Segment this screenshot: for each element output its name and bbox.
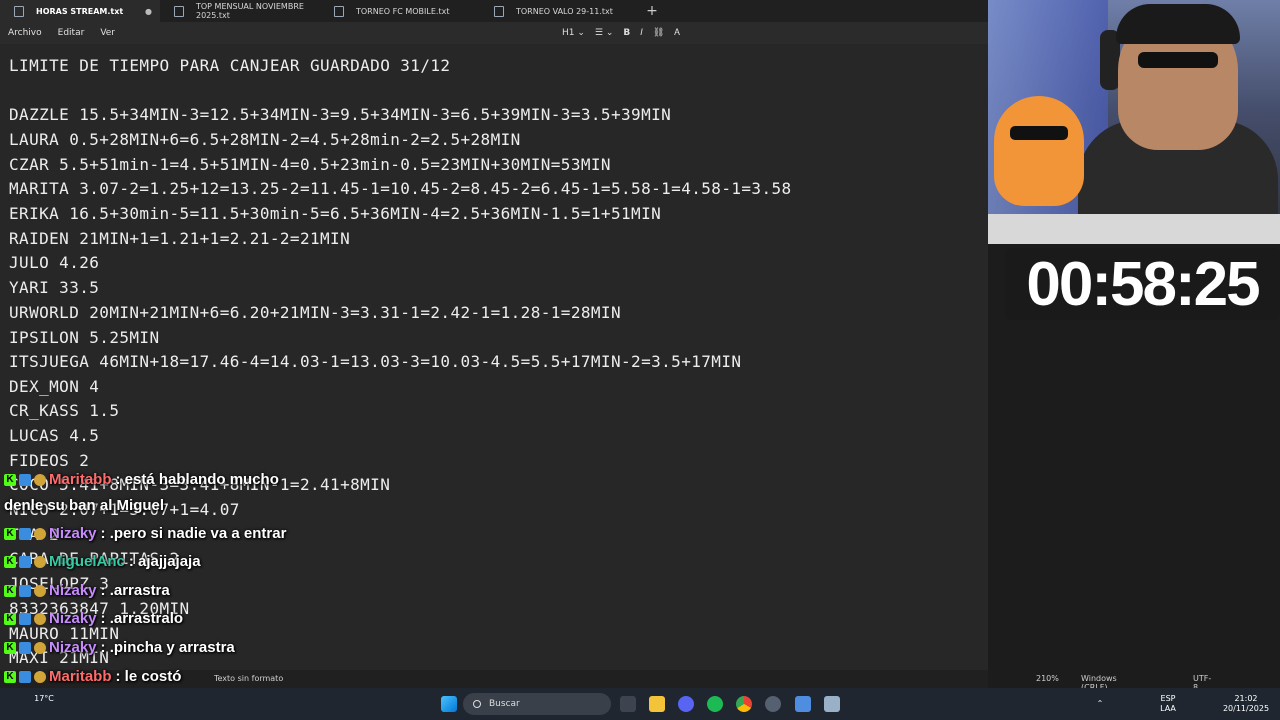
new-tab-button[interactable]: + xyxy=(640,0,664,22)
editor-line: TIA 2 xyxy=(9,525,60,544)
tab-label: TORNEO FC MOBILE.txt xyxy=(356,6,450,16)
editor-line: RAIDEN 21MIN+1=1.21+1=2.21-2=21MIN xyxy=(9,229,351,248)
link-icon[interactable]: ⛓ xyxy=(653,28,664,38)
tab-bar: HORAS STREAM.txt ● TOP MENSUAL NOVIEMBRE… xyxy=(0,0,988,22)
clock-date: 20/11/2025 xyxy=(1222,704,1270,713)
editor-line: ITSJUEGA 46MIN+18=17.46-4=14.03-1=13.03-… xyxy=(9,352,742,371)
editor-line: CARA DE PAPITAS 2 xyxy=(9,549,180,568)
editor-line: LUCAS 4.5 xyxy=(9,426,100,445)
editor-line: LIMITE DE TIEMPO PARA CANJEAR GUARDADO 3… xyxy=(9,56,451,75)
menu-bar: Archivo Editar Ver H1 ⌄ ☰ ⌄ B I ⛓ Ꭺ xyxy=(0,22,988,44)
clock-time: 21:02 xyxy=(1234,694,1258,703)
tab-label: HORAS STREAM.txt xyxy=(36,6,124,16)
language-indicator[interactable]: ESP LAA xyxy=(1155,694,1181,714)
editor-line: URWORLD 20MIN+21MIN+6=6.20+21MIN-3=3.31-… xyxy=(9,303,622,322)
tab-torneo-fc[interactable]: TORNEO FC MOBILE.txt xyxy=(320,0,480,22)
status-bar: Texto sin formato 210% Windows (CRLF) UT… xyxy=(0,670,1211,692)
language-line-2: LAA xyxy=(1160,704,1176,713)
menu-ver[interactable]: Ver xyxy=(92,28,123,38)
discord-icon[interactable] xyxy=(678,696,694,712)
editor-line: DEX_MON 4 xyxy=(9,377,100,396)
editor-line: ERIKA 16.5+30min-5=11.5+30min-5=6.5+36MI… xyxy=(9,204,662,223)
tab-top-mensual[interactable]: TOP MENSUAL NOVIEMBRE 2025.txt xyxy=(160,0,320,22)
bold-button[interactable]: B xyxy=(623,28,630,38)
italic-button[interactable]: I xyxy=(640,28,643,38)
editor-line: CZAR 5.5+51min-1=4.5+51MIN-4=0.5+23min-0… xyxy=(9,155,611,174)
tab-torneo-valo[interactable]: TORNEO VALO 29-11.txt xyxy=(480,0,640,22)
editor-line: LAURA 0.5+28MIN+6=6.5+28MIN-2=4.5+28min-… xyxy=(9,130,521,149)
editor-line: 8332363847 1.20MIN xyxy=(9,599,190,618)
editor-line: MAXI 21MIN xyxy=(9,648,110,667)
clock[interactable]: 21:02 20/11/2025 xyxy=(1222,694,1270,714)
notepad-icon[interactable] xyxy=(795,696,811,712)
editor-line: JULO 4.26 xyxy=(9,253,100,272)
document-icon xyxy=(334,6,344,17)
editor-line: IPSILON 5.25MIN xyxy=(9,328,160,347)
search-icon xyxy=(473,700,481,708)
plush-toy xyxy=(994,96,1084,206)
app-icon[interactable] xyxy=(765,696,781,712)
editor-line: MAURO 11MIN xyxy=(9,624,120,643)
document-icon xyxy=(494,6,504,17)
menu-editar[interactable]: Editar xyxy=(50,28,93,38)
tab-label: TOP MENSUAL NOVIEMBRE 2025.txt xyxy=(196,2,304,20)
chevron-up-icon[interactable]: ⌃ xyxy=(1094,699,1106,709)
text-editor[interactable]: LIMITE DE TIEMPO PARA CANJEAR GUARDADO 3… xyxy=(0,44,988,670)
calculator-icon[interactable] xyxy=(824,696,840,712)
document-icon xyxy=(14,6,24,17)
taskbar-search[interactable]: Buscar xyxy=(463,693,611,715)
stream-timer: 00:58:25 xyxy=(1026,249,1260,319)
taskbar: 17°C Buscar ⌃ ESP LAA 21:02 20/11/2025 xyxy=(0,688,1280,720)
windows-start-icon[interactable] xyxy=(441,696,457,712)
editor-line: COCO 5.41+8MIN-3=3.41+8MIN-1=2.41+8MIN xyxy=(9,475,391,494)
heading-label: H1 xyxy=(562,28,575,38)
editor-line: JOSELOPZ 3 xyxy=(9,574,110,593)
clear-format-icon[interactable]: Ꭺ xyxy=(674,28,680,38)
editor-line: FIDEOS 2 xyxy=(9,451,90,470)
language-line-1: ESP xyxy=(1160,694,1176,703)
zoom-status[interactable]: 210% xyxy=(1036,674,1059,683)
editor-line: NICO 2.07+1=3.07+1=4.07 xyxy=(9,500,240,519)
search-placeholder: Buscar xyxy=(489,699,520,709)
plush-sunglasses xyxy=(1010,126,1068,140)
sunglasses-icon xyxy=(1138,52,1218,68)
tab-horas-stream[interactable]: HORAS STREAM.txt ● xyxy=(0,0,160,22)
editor-line: DAZZLE 15.5+34MIN-3=12.5+34MIN-3=9.5+34M… xyxy=(9,105,672,124)
task-view-icon[interactable] xyxy=(620,696,636,712)
list-icon[interactable]: ☰ ⌄ xyxy=(595,28,613,38)
document-icon xyxy=(174,6,184,17)
webcam-hair xyxy=(1116,4,1240,44)
tab-label: TORNEO VALO 29-11.txt xyxy=(516,6,613,16)
editor-line: YARI 33.5 xyxy=(9,278,100,297)
menu-archivo[interactable]: Archivo xyxy=(0,28,50,38)
unsaved-marker[interactable]: ● xyxy=(145,7,152,16)
weather-widget[interactable]: 17°C xyxy=(30,694,58,704)
heading-dropdown[interactable]: H1 ⌄ xyxy=(562,28,585,38)
format-status: Texto sin formato xyxy=(214,674,284,683)
desk xyxy=(988,214,1280,244)
webcam-feed xyxy=(988,0,1280,244)
format-toolbar: H1 ⌄ ☰ ⌄ B I ⛓ Ꭺ xyxy=(562,22,680,44)
file-explorer-icon[interactable] xyxy=(649,696,665,712)
editor-line: CR_KASS 1.5 xyxy=(9,401,120,420)
spotify-icon[interactable] xyxy=(707,696,723,712)
chrome-icon[interactable] xyxy=(736,696,752,712)
editor-line: MARITA 3.07-2=1.25+12=13.25-2=11.45-1=10… xyxy=(9,179,792,198)
